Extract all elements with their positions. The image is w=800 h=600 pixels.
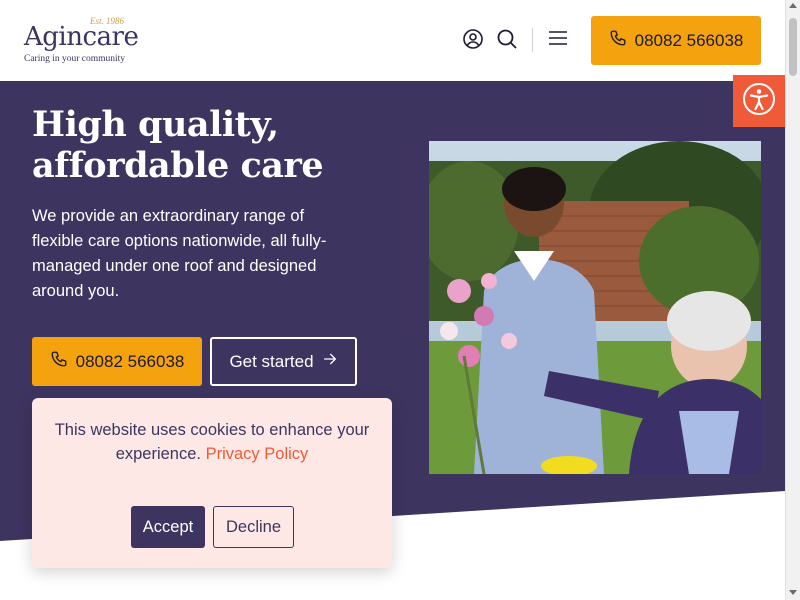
accept-cookies-button[interactable]: Accept (131, 506, 205, 548)
header-phone-button[interactable]: 08082 566038 (591, 16, 761, 65)
scroll-down-arrow-icon[interactable] (789, 590, 797, 595)
hero-title-line-2: affordable care (32, 145, 324, 186)
site-header: Est. 1986 Agincare Caring in your commun… (0, 0, 785, 81)
cookie-message: This website uses cookies to enhance you… (52, 418, 372, 466)
get-started-button[interactable]: Get started (210, 337, 357, 386)
arrow-right-icon (322, 351, 338, 372)
scrollbar-thumb[interactable] (789, 18, 797, 76)
privacy-policy-link[interactable]: Privacy Policy (206, 445, 309, 463)
hamburger-menu-icon[interactable] (546, 26, 570, 50)
get-started-label: Get started (229, 351, 314, 371)
hero-title: High quality, affordable care (32, 104, 412, 186)
logo-wordmark: Agincare (24, 22, 139, 52)
hero-phone-button[interactable]: 08082 566038 (32, 337, 202, 386)
logo-tagline: Caring in your community (24, 54, 126, 64)
user-circle-icon[interactable] (461, 27, 485, 51)
header-divider (532, 28, 533, 52)
accessibility-button[interactable] (733, 75, 785, 127)
search-icon[interactable] (495, 27, 519, 51)
phone-icon (50, 350, 68, 373)
hero-photo (429, 141, 761, 474)
hero-phone-label: 08082 566038 (75, 351, 185, 371)
scroll-up-arrow-icon[interactable] (789, 3, 797, 8)
phone-icon (609, 29, 627, 52)
page-scrollbar[interactable] (785, 0, 800, 600)
accessibility-person-icon (742, 82, 776, 121)
decline-cookies-button[interactable]: Decline (213, 506, 294, 548)
cookie-banner: This website uses cookies to enhance you… (32, 398, 392, 568)
hero-description: We provide an extraordinary range of fle… (32, 207, 327, 300)
header-phone-label: 08082 566038 (634, 30, 744, 50)
hero-title-line-1: High quality, (32, 104, 279, 145)
